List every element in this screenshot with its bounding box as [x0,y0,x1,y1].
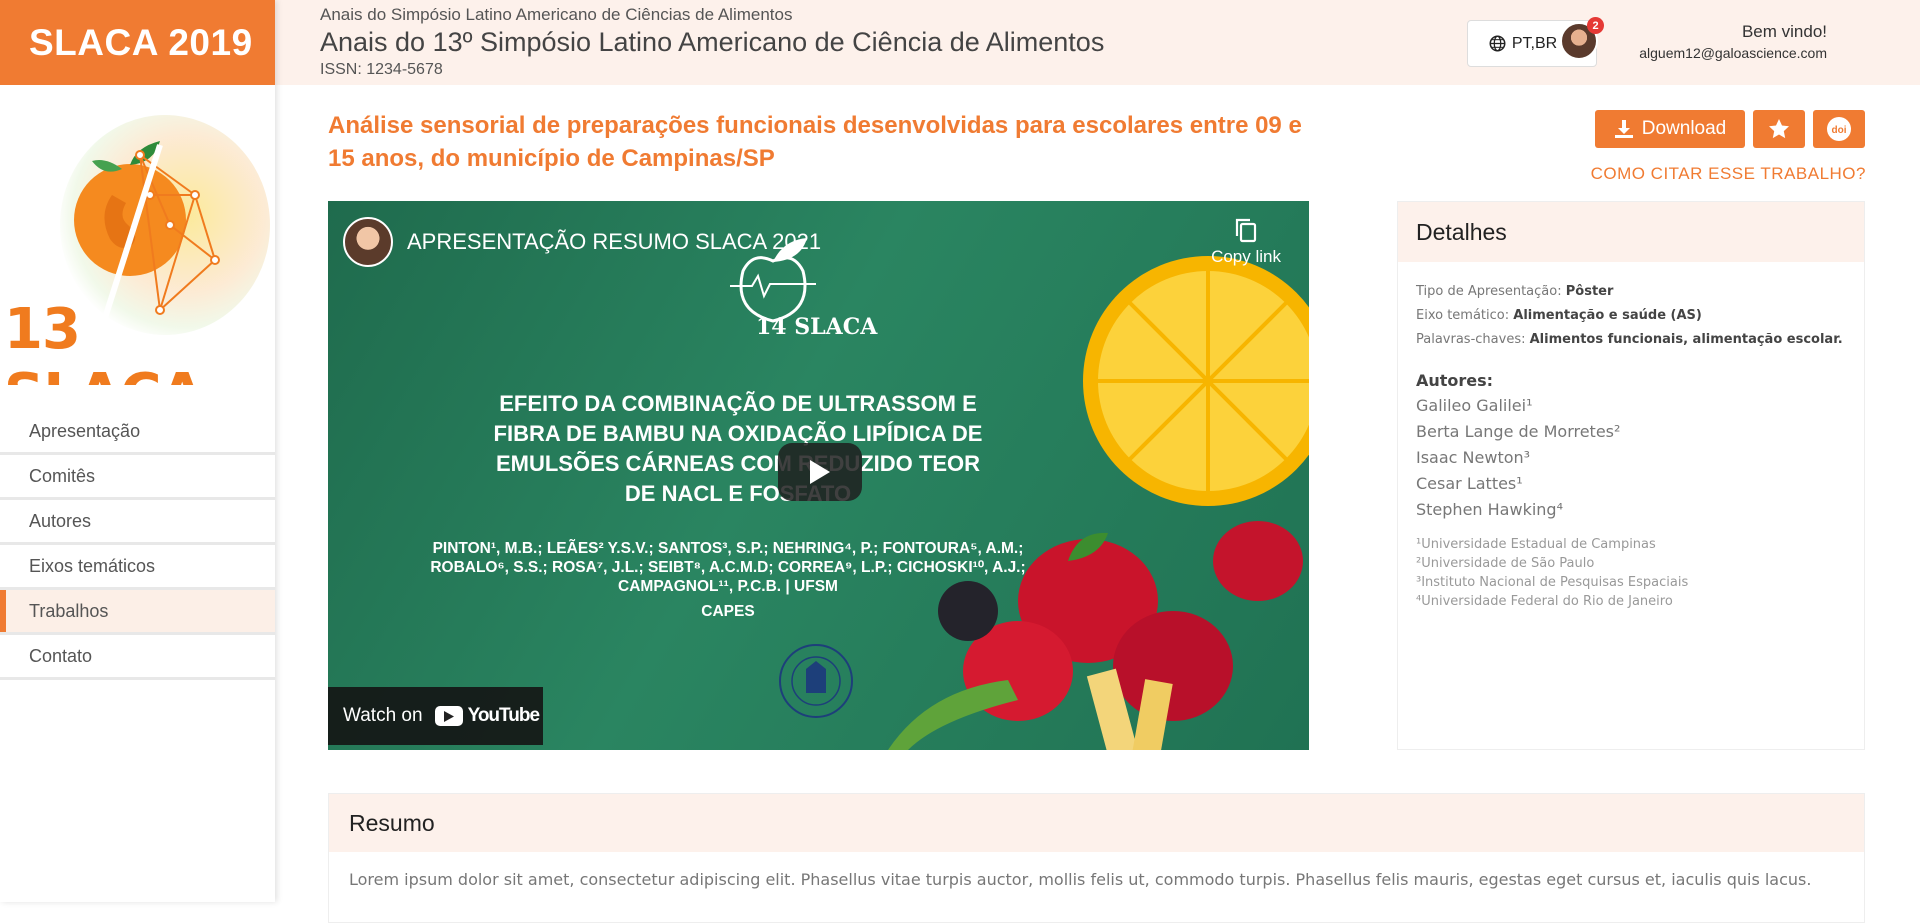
doi-button[interactable]: doi [1813,110,1865,148]
details-panel: Detalhes Tipo de Apresentação: Pôster Ei… [1397,201,1865,750]
sidebar-item-apresentacao[interactable]: Apresentação [0,410,275,455]
doi-icon: doi [1827,117,1851,141]
sidebar-item-contato[interactable]: Contato [0,635,275,680]
author-item[interactable]: Stephen Hawking⁴ [1416,500,1846,519]
affiliations-list: ¹Universidade Estadual de Campinas ²Univ… [1416,537,1846,609]
sidebar-item-comites[interactable]: Comitês [0,455,275,500]
sidebar-item-trabalhos[interactable]: Trabalhos [0,590,275,635]
slide-funding: CAPES [701,603,755,620]
paper-actions: Download doi [1595,110,1865,148]
issn-label: ISSN: 1234-5678 [320,61,443,78]
play-icon [810,460,830,484]
presentation-type: Tipo de Apresentação: Pôster [1416,284,1846,299]
thematic-axis: Eixo temático: Alimentação e saúde (AS) [1416,308,1846,323]
header-subtitle: Anais do Simpósio Latino Americano de Ci… [320,5,793,24]
affiliation-item: ¹Universidade Estadual de Campinas [1416,537,1656,552]
sidebar: SLACA 2019 13 SLACA Apresentação Comitês… [0,0,275,902]
paper-title: Análise sensorial de preparações funcion… [328,112,1302,172]
presentation-type-label: Tipo de Apresentação: [1416,284,1562,299]
thematic-axis-label: Eixo temático: [1416,308,1510,323]
star-icon [1769,119,1789,139]
slide-authors: PINTON¹, M.B.; LEÃES² Y.S.V.; SANTOS³, S… [428,539,1028,621]
presentation-type-value: Pôster [1565,284,1614,299]
affiliation-item: ³Instituto Nacional de Pesquisas Espacia… [1416,575,1689,590]
abstract-text: Lorem ipsum dolor sit amet, consectetur … [349,870,1812,889]
favorite-button[interactable] [1753,110,1805,148]
video-title[interactable]: APRESENTAÇÃO RESUMO SLACA 2021 [407,229,821,255]
logo-text: 13 SLACA [4,297,204,385]
sidebar-nav: Apresentação Comitês Autores Eixos temát… [0,410,275,680]
language-label: PT,BR [1511,34,1558,52]
download-button[interactable]: Download [1595,110,1745,148]
author-item[interactable]: Berta Lange de Morretes² [1416,422,1846,441]
svg-text:doi: doi [1832,125,1847,136]
author-item[interactable]: Isaac Newton³ [1416,448,1846,467]
download-label: Download [1641,118,1727,139]
copy-link-label: Copy link [1211,247,1281,266]
keywords: Palavras-chaves: Alimentos funcionais, a… [1416,332,1846,347]
user-greeting: Bem vindo! alguem12@galoascience.com [1639,22,1827,61]
event-logo[interactable]: 13 SLACA [0,85,275,385]
watch-on-youtube-button[interactable]: Watch on YouTube [328,687,543,745]
details-body: Tipo de Apresentação: Pôster Eixo temáti… [1398,262,1864,635]
author-item[interactable]: Cesar Lattes¹ [1416,474,1846,493]
video-player[interactable]: 14 SLACA EFEITO DA COMBINAÇÃO DE ULTRASS… [328,201,1309,750]
user-email: alguem12@galoascience.com [1639,45,1827,61]
cite-link[interactable]: COMO CITAR ESSE TRABALHO? [1591,164,1866,184]
abstract-panel: Resumo Lorem ipsum dolor sit amet, conse… [328,793,1865,923]
affiliation-item: ²Universidade de São Paulo [1416,556,1595,571]
slide-authors-text: PINTON¹, M.B.; LEÃES² Y.S.V.; SANTOS³, S… [430,540,1026,595]
keywords-label: Palavras-chaves: [1416,332,1526,347]
keywords-value: Alimentos funcionais, alimentação escola… [1529,332,1843,347]
download-icon [1614,120,1633,138]
affiliation-item: ⁴Universidade Federal do Rio de Janeiro [1416,594,1673,609]
brand-title[interactable]: SLACA 2019 [0,0,275,85]
youtube-logo: YouTube [434,705,540,727]
youtube-wordmark: YouTube [467,705,540,726]
globe-icon [1489,35,1506,52]
thematic-axis-value: Alimentação e saúde (AS) [1513,308,1702,323]
slide-title: EFEITO DA COMBINAÇÃO DE ULTRASSOM E FIBR… [493,391,983,506]
university-seal-icon [779,644,853,718]
sidebar-item-eixos-tematicos[interactable]: Eixos temáticos [0,545,275,590]
notification-badge[interactable]: 2 [1587,17,1604,34]
slide-brand: 14 SLACA [756,314,878,340]
channel-avatar[interactable] [343,217,393,267]
play-button[interactable] [778,443,862,501]
youtube-icon [434,706,463,726]
authors-heading: Autores: [1416,371,1494,390]
sidebar-item-autores[interactable]: Autores [0,500,275,545]
author-item[interactable]: Galileo Galilei¹ [1416,396,1846,415]
abstract-heading: Resumo [329,794,1864,852]
welcome-text: Bem vindo! [1741,22,1827,41]
page-title: Anais do 13º Simpósio Latino Americano d… [320,27,1105,57]
copy-icon [1235,218,1257,243]
video-header: APRESENTAÇÃO RESUMO SLACA 2021 [343,217,821,267]
page-header: Anais do Simpósio Latino Americano de Ci… [275,0,1920,85]
details-heading: Detalhes [1398,202,1864,262]
watch-on-label: Watch on [343,705,423,726]
copy-link-button[interactable]: Copy link [1211,217,1281,267]
